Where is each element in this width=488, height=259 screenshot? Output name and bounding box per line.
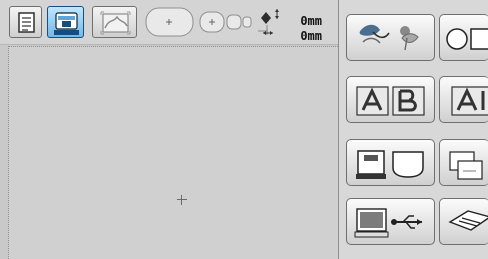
- height-readout: 0mm: [300, 14, 322, 28]
- embroidery-field[interactable]: [8, 46, 338, 259]
- page-view-button[interactable]: [9, 6, 42, 38]
- center-crosshair: [177, 195, 187, 205]
- embroidery-machine-icon: [54, 12, 79, 35]
- pocket-memory-button[interactable]: [439, 139, 488, 186]
- width-readout: 0mm: [300, 29, 322, 43]
- alphabet-button[interactable]: [346, 76, 435, 123]
- machine-pocket-icon: [356, 150, 424, 179]
- machine-memory-button[interactable]: [346, 139, 435, 186]
- machine-view-button[interactable]: [47, 6, 84, 38]
- embroidery-screen: 0mm 0mm: [0, 0, 488, 259]
- alphabet-a-icon: [451, 86, 488, 116]
- computer-usb-button[interactable]: [346, 198, 435, 245]
- hoop-size-indicator: 0mm 0mm: [145, 7, 330, 43]
- alphabet-more-button[interactable]: [439, 76, 488, 123]
- pattern-preview-icon: [100, 11, 131, 35]
- alphabet-ab-icon: [356, 86, 425, 116]
- pocket-slots-icon: [449, 151, 483, 180]
- pattern-category-panel: [338, 0, 488, 259]
- bird-flower-icon: [359, 24, 419, 51]
- document-list-icon: [18, 12, 35, 33]
- pattern-preview-button[interactable]: [92, 6, 137, 38]
- frame-shapes-icon: [446, 28, 488, 50]
- top-toolbar: 0mm 0mm: [0, 0, 338, 45]
- card-reader-icon: [448, 210, 488, 231]
- card-reader-button[interactable]: [439, 198, 488, 245]
- frame-patterns-button[interactable]: [439, 14, 488, 61]
- embroidery-patterns-button[interactable]: [346, 14, 435, 61]
- computer-usb-icon: [354, 208, 422, 238]
